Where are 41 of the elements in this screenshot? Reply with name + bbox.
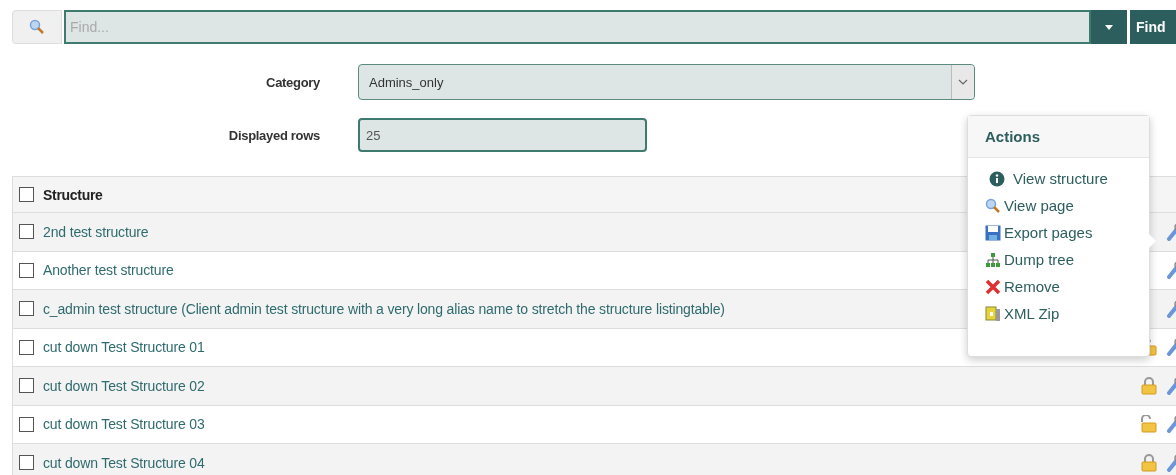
structure-link[interactable]: cut down Test Structure 04: [43, 454, 205, 471]
checkbox[interactable]: [19, 416, 34, 432]
field-label: Displayed rows: [227, 127, 320, 143]
lock-icon[interactable]: [1140, 376, 1158, 395]
structure-link[interactable]: 2nd test structure: [43, 223, 149, 240]
archive-icon: [985, 305, 1001, 322]
field-label: Category: [265, 74, 320, 90]
search-button[interactable]: [12, 10, 62, 44]
checkbox[interactable]: [19, 301, 34, 317]
hierarchy-icon: [985, 251, 1001, 268]
menu-item[interactable]: Export pages: [985, 224, 1149, 241]
lock-icon[interactable]: [1140, 453, 1158, 472]
checkbox[interactable]: [19, 455, 34, 471]
menu-item[interactable]: View structure: [989, 170, 1149, 187]
cross-icon: [985, 278, 1001, 295]
column-header: Structure: [43, 186, 103, 203]
checkbox[interactable]: [19, 339, 34, 355]
menu-title: Actions: [968, 116, 1149, 158]
structure-link[interactable]: c_admin test structure (Client admin test structure with a very long alias name to stretch the structure listingtable): [43, 300, 725, 317]
chevron-down-icon: [958, 79, 968, 85]
info-icon: [989, 170, 1005, 187]
rows-field[interactable]: 25: [358, 118, 647, 152]
structure-link[interactable]: cut down Test Structure 03: [43, 416, 205, 433]
menu-item[interactable]: Remove: [985, 278, 1149, 295]
find-button[interactable]: Find: [1130, 10, 1176, 44]
unlocked-lock-icon[interactable]: [1140, 415, 1158, 434]
category-select[interactable]: Admins_only: [358, 64, 975, 100]
structure-link[interactable]: Another test structure: [43, 262, 174, 279]
checkbox[interactable]: [19, 187, 34, 202]
magnifier-icon: [985, 197, 1001, 214]
checkbox[interactable]: [19, 262, 34, 278]
menu-item[interactable]: Dump tree: [985, 251, 1149, 268]
structure-link[interactable]: cut down Test Structure 02: [43, 377, 205, 394]
checkbox[interactable]: [19, 224, 34, 240]
menu-item[interactable]: XML Zip: [985, 305, 1149, 322]
structure-link[interactable]: cut down Test Structure 01: [43, 339, 205, 356]
search-field[interactable]: Find...: [64, 10, 1091, 44]
menu-item[interactable]: View page: [985, 197, 1149, 214]
caret-icon: [1105, 24, 1113, 30]
magnifier-icon: [29, 19, 45, 35]
checkbox[interactable]: [19, 378, 34, 394]
